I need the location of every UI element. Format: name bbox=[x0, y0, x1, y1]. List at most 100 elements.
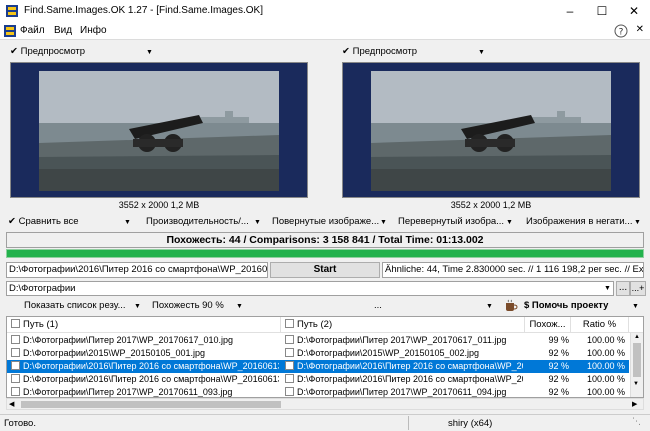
negative-images-dropdown[interactable]: Изображения в негати... bbox=[526, 216, 632, 230]
similarity-dropdown[interactable]: Похожесть 90 % bbox=[152, 300, 224, 314]
preview-right-toggle[interactable]: ✔ Предпросмотр bbox=[342, 46, 417, 57]
close-small-icon[interactable]: ✕ bbox=[636, 24, 644, 35]
table-row[interactable]: D:\Фотографии\Питер 2017\WP_20170611_093… bbox=[7, 386, 629, 397]
rotated-dropdown-icon[interactable]: ▼ bbox=[380, 219, 387, 226]
help-icon[interactable]: ? bbox=[614, 24, 628, 38]
menu-view[interactable]: Вид bbox=[54, 25, 72, 36]
close-button[interactable]: ✕ bbox=[618, 0, 650, 22]
minimize-button[interactable]: – bbox=[554, 0, 586, 22]
window-title: Find.Same.Images.OK 1.27 - [Find.Same.Im… bbox=[24, 5, 263, 16]
preview-left-caption: 3552 x 2000 1,2 MB bbox=[118, 200, 200, 210]
preview-right-image bbox=[371, 71, 611, 191]
horizontal-scrollbar[interactable]: ◀ ▶ bbox=[6, 398, 644, 410]
row-path1-cell[interactable]: D:\Фотографии\2016\Питер 2016 со смартфо… bbox=[11, 360, 279, 373]
row-right-checkbox[interactable] bbox=[285, 361, 294, 370]
menu-info[interactable]: Инфо bbox=[80, 25, 107, 36]
row-similarity-cell: 92 % bbox=[548, 348, 569, 358]
row-right-checkbox[interactable] bbox=[285, 387, 294, 396]
show-results-dropdown-icon[interactable]: ▼ bbox=[134, 303, 141, 310]
show-results-dropdown[interactable]: Показать список резу... bbox=[24, 300, 126, 314]
scroll-down-icon[interactable]: ▼ bbox=[633, 381, 639, 387]
resize-grip-icon[interactable]: ⋱ bbox=[632, 416, 641, 427]
status-ready: Готово. bbox=[4, 418, 36, 429]
row-path1-cell[interactable]: D:\Фотографии\Питер 2017\WP_20170611_093… bbox=[11, 386, 279, 397]
app-menu-icon[interactable] bbox=[4, 25, 16, 37]
preview-left-dropdown-icon[interactable]: ▼ bbox=[146, 49, 153, 56]
scroll-right-icon[interactable]: ▶ bbox=[632, 400, 637, 408]
row-path1-text: D:\Фотографии\Питер 2017\WP_20170611_093… bbox=[23, 387, 233, 397]
row-similarity-cell: 92 % bbox=[548, 387, 569, 397]
row-left-checkbox[interactable] bbox=[11, 361, 20, 370]
similarity-dropdown-icon[interactable]: ▼ bbox=[236, 303, 243, 310]
row-path2-cell[interactable]: D:\Фотографии\2016\Питер 2016 со смартфо… bbox=[285, 373, 523, 386]
column-header-path2[interactable]: Путь (2) bbox=[281, 317, 525, 333]
row-path2-text: D:\Фотографии\2015\WP_20150105_002.jpg bbox=[297, 348, 480, 358]
row-path2-cell[interactable]: D:\Фотографии\2016\Питер 2016 со смартфо… bbox=[285, 360, 523, 373]
row-right-checkbox[interactable] bbox=[285, 348, 294, 357]
row-left-checkbox[interactable] bbox=[11, 348, 20, 357]
select-all-right-checkbox[interactable] bbox=[285, 319, 294, 328]
row-path2-text: D:\Фотографии\2016\Питер 2016 со смартфо… bbox=[297, 374, 523, 384]
support-dropdown-icon[interactable]: ▼ bbox=[632, 303, 639, 310]
select-all-left-checkbox[interactable] bbox=[11, 319, 20, 328]
row-similarity-cell: 92 % bbox=[548, 374, 569, 384]
preview-right-dropdown-icon[interactable]: ▼ bbox=[478, 49, 485, 56]
row-right-checkbox[interactable] bbox=[285, 374, 294, 383]
results-table: Путь (1) Путь (2) Похож... Ratio % D:\Фо… bbox=[6, 316, 644, 398]
vertical-scroll-thumb[interactable] bbox=[633, 343, 641, 377]
flipped-dropdown-icon[interactable]: ▼ bbox=[506, 219, 513, 226]
start-button[interactable]: Start bbox=[270, 262, 380, 278]
scroll-left-icon[interactable]: ◀ bbox=[9, 400, 14, 408]
row-left-checkbox[interactable] bbox=[11, 374, 20, 383]
compare-all-dropdown-icon[interactable]: ▼ bbox=[124, 219, 131, 226]
extra-options-dropdown-icon[interactable]: ▼ bbox=[486, 303, 493, 310]
preview-left-image bbox=[39, 71, 279, 191]
row-ratio-cell: 100.00 % bbox=[586, 374, 625, 384]
table-row[interactable]: D:\Фотографии\2016\Питер 2016 со смартфо… bbox=[7, 360, 629, 373]
rotated-images-dropdown[interactable]: Повернутые изображе... bbox=[272, 216, 379, 230]
performance-dropdown-icon[interactable]: ▼ bbox=[254, 219, 261, 226]
performance-dropdown[interactable]: Производительность/... bbox=[146, 216, 249, 230]
horizontal-scroll-thumb[interactable] bbox=[21, 401, 281, 408]
preview-right-caption: 3552 x 2000 1,2 MB bbox=[450, 200, 532, 210]
add-folder-button[interactable]: ...+ bbox=[630, 281, 646, 296]
column-header-ratio[interactable]: Ratio % bbox=[571, 317, 629, 333]
row-path2-text: D:\Фотографии\Питер 2017\WP_20170611_094… bbox=[297, 387, 507, 397]
row-path2-cell[interactable]: D:\Фотографии\2015\WP_20150105_002.jpg bbox=[285, 347, 523, 360]
row-path2-cell[interactable]: D:\Фотографии\Питер 2017\WP_20170617_011… bbox=[285, 334, 523, 347]
progress-fill bbox=[7, 250, 643, 257]
row-path1-cell[interactable]: D:\Фотографии\2016\Питер 2016 со смартфо… bbox=[11, 373, 279, 386]
table-row[interactable]: D:\Фотографии\2016\Питер 2016 со смартфо… bbox=[7, 373, 629, 386]
table-row[interactable]: D:\Фотографии\Питер 2017\WP_20170617_010… bbox=[7, 334, 629, 347]
column-path2-label: Путь (2) bbox=[297, 319, 333, 330]
status-bar: Готово. shiry (x64) ⋱ bbox=[0, 414, 650, 431]
table-row[interactable]: D:\Фотографии\2015\WP_20150105_001.jpg D:… bbox=[7, 347, 629, 360]
extra-options-dropdown[interactable]: ... bbox=[374, 300, 382, 314]
app-window: Find.Same.Images.OK 1.27 - [Find.Same.Im… bbox=[0, 0, 650, 431]
support-project-button[interactable]: $ Помочь проекту bbox=[524, 300, 608, 314]
row-path1-text: D:\Фотографии\Питер 2017\WP_20170617_010… bbox=[23, 335, 234, 345]
vertical-scrollbar[interactable]: ▲ ▼ bbox=[630, 333, 643, 397]
compare-all-toggle[interactable]: ✔ Сравнить все bbox=[8, 216, 79, 230]
folder-path-dropdown-icon[interactable]: ▼ bbox=[604, 285, 611, 292]
negative-dropdown-icon[interactable]: ▼ bbox=[634, 219, 641, 226]
preview-left-toggle[interactable]: ✔ Предпросмотр bbox=[10, 46, 85, 57]
row-left-checkbox[interactable] bbox=[11, 335, 20, 344]
preview-left-panel[interactable] bbox=[10, 62, 308, 198]
row-path1-cell[interactable]: D:\Фотографии\2015\WP_20150105_001.jpg bbox=[11, 347, 279, 360]
row-path1-cell[interactable]: D:\Фотографии\Питер 2017\WP_20170617_010… bbox=[11, 334, 279, 347]
scroll-up-icon[interactable]: ▲ bbox=[634, 334, 640, 340]
row-right-checkbox[interactable] bbox=[285, 335, 294, 344]
column-header-path1[interactable]: Путь (1) bbox=[7, 317, 281, 333]
row-path2-cell[interactable]: D:\Фотографии\Питер 2017\WP_20170611_094… bbox=[285, 386, 523, 397]
maximize-button[interactable]: ☐ bbox=[586, 0, 618, 22]
flipped-images-dropdown[interactable]: Перевернутый изобра... bbox=[398, 216, 504, 230]
column-header-similarity[interactable]: Похож... bbox=[525, 317, 571, 333]
preview-right-panel[interactable] bbox=[342, 62, 640, 198]
current-file-field[interactable]: D:\Фотографии\2016\Питер 2016 со смартфо… bbox=[6, 262, 268, 278]
row-left-checkbox[interactable] bbox=[11, 387, 20, 396]
browse-button[interactable]: ... bbox=[616, 281, 630, 296]
status-user: shiry (x64) bbox=[448, 418, 493, 429]
menu-file[interactable]: Файл bbox=[20, 25, 45, 36]
folder-path-input[interactable]: D:\Фотографии bbox=[6, 281, 614, 296]
